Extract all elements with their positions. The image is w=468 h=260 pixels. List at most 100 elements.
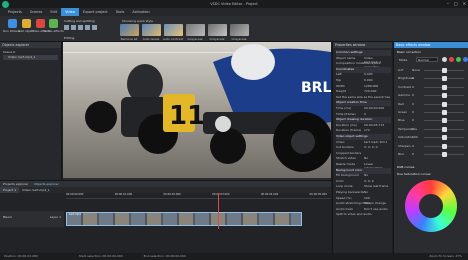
property-row[interactable]: Split to video and audio [336,212,391,218]
property-label: Left [336,72,342,77]
menu-tools[interactable]: Tools [112,8,129,16]
slider-temperature[interactable]: Temperature 0 [398,126,466,133]
slider-lut[interactable]: LUT None [398,68,466,74]
slider-brightness[interactable]: Brightness 0 [398,76,466,82]
property-label: Stretch video [336,156,356,161]
slider-knob[interactable] [441,68,447,73]
editing-label: Editing [64,36,75,40]
property-label: Speed (%) [336,195,352,200]
ruler-tick-0: 00:00:00.000 [66,193,84,196]
property-label: Playing backwards [336,190,364,194]
menu-edit[interactable]: Edit [46,8,61,16]
timeline-ruler[interactable]: 00:00:00.000 00:00:01.000 00:00:02.000 0… [66,193,331,199]
slider-label: Sharpen [398,143,411,148]
slider-knob[interactable] [441,76,447,82]
menu-scenes[interactable]: Scenes [26,8,47,16]
section-rgb-curves[interactable]: RGB curves [397,165,414,169]
menu-activation[interactable]: Activation [128,8,154,16]
slider-value: 0 [412,110,414,114]
channel-red-icon[interactable] [449,57,454,62]
slider-knob[interactable] [441,135,447,141]
property-label: Duration (frame) [336,128,362,133]
section-hue-saturation[interactable]: Hue Saturation curves [397,172,431,176]
close-button[interactable]: × [463,1,466,6]
style-thumb-1[interactable] [120,24,139,36]
slider-blur[interactable]: Blur 0 [398,152,466,158]
slider-knob[interactable] [441,143,447,149]
tab-video-object[interactable]: Video: kart.mp4_1 [19,187,52,193]
property-value: 0; 0; 0; 0 [364,145,378,150]
slider-value: None [412,68,420,72]
explorer-tree: Scene 0 Video: kart.mp4_1 [0,48,61,62]
crop-icon[interactable] [78,25,83,30]
property-value: 100 [364,195,370,200]
style-thumb-6[interactable] [230,24,249,36]
tab-project-1[interactable]: Project 1 [0,187,20,193]
property-label: Object drawing duration [336,117,373,122]
tree-item-video[interactable]: Video: kart.mp4_1 [3,55,58,60]
property-label: Top [336,78,342,82]
property-label: Height [336,89,346,94]
status-zoom: Zoom To Screen: 47% [429,254,462,258]
ribbon-toolbar: Run Wizard... Add object Video effects A… [0,16,468,42]
color-wheel-center [419,194,443,218]
slider-value: 0 [412,93,414,98]
property-label: Background color [336,167,363,172]
channel-blue-icon[interactable] [463,57,468,62]
slider-sharpen[interactable]: Sharpen 0 [398,143,466,150]
cut-icon[interactable] [64,25,69,30]
property-label: Video [336,139,345,144]
property-label: Coordinates [336,66,355,71]
status-start: Start selection: 00:00:00.000 [78,254,123,258]
video-clip[interactable]: kart.mp4 [66,212,302,226]
audio-effects-button[interactable]: Audio effects [44,19,64,33]
menu-video[interactable]: Video [61,8,79,16]
playhead[interactable] [218,193,219,229]
video-preview[interactable]: 11 BRL [63,42,333,178]
slider-green[interactable]: Green 0 [398,110,466,116]
property-label: Audio track [336,206,354,211]
property-value: 0.000 [364,78,373,82]
slider-knob[interactable] [441,84,447,90]
style-thumb-3[interactable] [164,24,183,36]
color-wheel[interactable] [405,180,457,232]
slider-knob[interactable] [441,126,447,132]
channel-buttons [442,57,468,62]
minimize-button[interactable]: – [447,1,449,6]
slider-knob[interactable] [441,93,447,99]
style-thumb-4[interactable] [186,24,205,36]
rotate-icon[interactable] [85,25,90,30]
slider-saturation[interactable]: Saturation 100 [398,135,466,141]
menu-export[interactable]: Export project [79,8,112,16]
mode-select[interactable]: Normal [416,57,438,62]
property-label: Color [336,178,344,183]
slider-contrast[interactable]: Contrast 0 [398,84,466,91]
window-title: VSDC Video Editor - Project [210,2,258,6]
maximize-button[interactable]: □ [454,1,458,6]
channel-all-icon[interactable] [442,57,447,62]
slider-knob[interactable] [441,152,447,157]
section-basic-correction[interactable]: Basic correction [397,50,421,54]
kart-number: 11 [169,101,205,131]
trim-icon[interactable] [92,25,97,30]
slider-gamma[interactable]: Gamma 0 [398,93,466,99]
menu-projects[interactable]: Projects [4,8,26,16]
properties-panel: Properties window Common settings Object … [332,42,393,260]
slider-knob[interactable] [441,118,447,124]
style-thumb-5[interactable] [208,24,227,36]
slider-knob[interactable] [441,110,447,115]
slider-value: 0 [412,126,414,131]
style-thumb-2[interactable] [142,24,161,36]
cutting-group-label: Cutting and splitting [64,19,95,23]
slider-red[interactable]: Red 0 [398,101,466,108]
engine-part [215,116,231,132]
property-value: 0 [364,111,366,116]
track-header[interactable]: Blend Layer 1 [0,211,64,227]
ruler-tick-1: 00:00:01.000 [114,193,133,196]
slider-knob[interactable] [441,101,447,107]
channel-green-icon[interactable] [456,57,461,62]
status-position: Position: 00:00:03.280 [4,254,38,258]
slider-blue[interactable]: Blue 0 [398,118,466,124]
split-icon[interactable] [71,25,76,30]
property-label: Common settings [336,50,363,54]
